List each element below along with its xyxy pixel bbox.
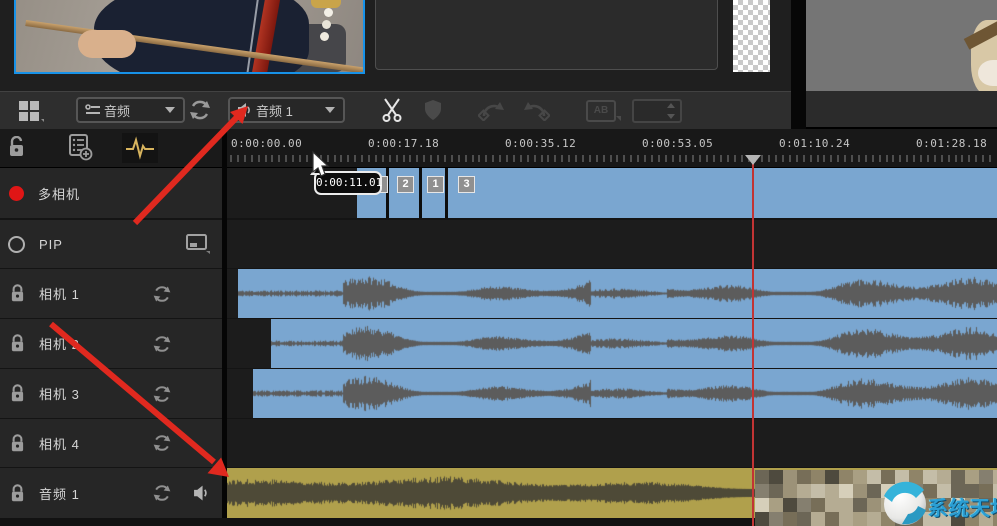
cam3-clip[interactable] <box>253 369 997 418</box>
multicam-clip[interactable]: 2 1 3 <box>357 168 997 218</box>
track-label: 相机 2 <box>39 334 80 353</box>
watermark-text: 系统天地 <box>928 492 997 521</box>
lock-icon[interactable] <box>10 334 25 353</box>
cam1-clip[interactable] <box>238 269 997 318</box>
audio-track-dropdown[interactable]: 音频 1 <box>228 97 345 123</box>
camera-badge: 3 <box>458 176 475 193</box>
mute-speaker-icon[interactable] <box>193 485 210 501</box>
lock-icon[interactable] <box>10 484 25 503</box>
ruler-timecode: 0:00:17.18 <box>368 137 439 150</box>
track-header-cam1[interactable]: 相机 1 <box>0 269 222 318</box>
transparency-checker-strip <box>733 0 770 72</box>
lane-pip[interactable] <box>227 220 997 268</box>
audio-sync-mode-button[interactable] <box>122 133 158 163</box>
chevron-down-icon <box>165 107 175 113</box>
transition-flyout-triangle <box>616 116 621 121</box>
sync-icon[interactable] <box>152 334 172 354</box>
track-header-cam3[interactable]: 相机 3 <box>0 369 222 418</box>
track-header-cam4[interactable]: 相机 4 <box>0 419 222 467</box>
camera-badge: 1 <box>427 176 444 193</box>
track-header-audio1[interactable]: 音频 1 <box>0 468 222 518</box>
hand-shape <box>78 30 136 58</box>
track-label: 相机 1 <box>39 284 80 303</box>
playhead-marker[interactable] <box>745 155 761 165</box>
track-header-multicam[interactable]: 多相机 <box>0 168 222 218</box>
bead-shape <box>322 20 331 29</box>
camera-badge: 2 <box>397 176 414 193</box>
playhead-line[interactable] <box>752 160 754 526</box>
track-header-cam2[interactable]: 相机 2 <box>0 319 222 368</box>
split-clip-button[interactable] <box>381 97 403 123</box>
gold-detail-shape <box>311 0 341 8</box>
track-label: PIP <box>39 237 63 252</box>
redo-swap-button-disabled <box>524 99 550 121</box>
ruler-timecode: 0:00:35.12 <box>505 137 576 150</box>
lock-all-button[interactable] <box>8 136 25 158</box>
sync-icon[interactable] <box>152 284 172 304</box>
track-label: 相机 3 <box>39 384 80 403</box>
transition-ab-button-disabled: AB <box>586 100 616 122</box>
ruler-timecode: 0:00:53.05 <box>642 137 713 150</box>
sync-icon[interactable] <box>152 433 172 453</box>
source-monitor-toolbar <box>806 91 997 129</box>
stepper-down-icon <box>667 114 675 119</box>
video-editor-window: 音频 音频 1 <box>0 0 997 526</box>
lane-cam1[interactable] <box>227 269 997 318</box>
lane-cam2[interactable] <box>227 319 997 368</box>
chevron-down-icon <box>325 107 335 113</box>
bead-shape <box>324 8 333 17</box>
stepper-up-icon <box>667 103 675 108</box>
track-type-dropdown[interactable]: 音频 <box>76 97 185 123</box>
lane-cam4[interactable] <box>227 419 997 467</box>
segment-divider <box>419 168 422 218</box>
audio-track-value: 音频 1 <box>256 101 293 120</box>
undo-swap-button-disabled <box>478 99 504 121</box>
speaker-icon <box>237 103 253 117</box>
add-marker-list-button[interactable] <box>68 133 94 161</box>
track-type-value: 音频 <box>104 101 130 120</box>
bead-shape <box>320 32 329 41</box>
segment-divider <box>445 168 448 218</box>
lock-icon[interactable] <box>10 284 25 303</box>
ruler-timecode: 0:00:00.00 <box>231 137 302 150</box>
track-label: 相机 4 <box>39 434 80 453</box>
track-header-pip[interactable]: PIP <box>0 220 222 268</box>
mouse-cursor-icon <box>300 148 346 182</box>
shield-button-disabled <box>423 99 443 121</box>
secondary-preview-panel <box>375 0 718 70</box>
lock-icon[interactable] <box>10 434 25 453</box>
layout-grid-button[interactable] <box>18 99 44 123</box>
track-label: 多相机 <box>38 184 80 203</box>
source-monitor-panel <box>806 0 997 91</box>
ruler-timecode: 0:01:10.24 <box>779 137 850 150</box>
track-label: 音频 1 <box>39 484 80 503</box>
duration-stepper-disabled <box>632 99 682 123</box>
refresh-button[interactable] <box>188 98 212 122</box>
ruler-timecode: 0:01:28.18 <box>916 137 987 150</box>
cam2-clip[interactable] <box>271 319 997 368</box>
panel-divider <box>791 0 806 129</box>
pip-source-icon[interactable] <box>186 234 210 254</box>
lane-cam3[interactable] <box>227 369 997 418</box>
sync-icon[interactable] <box>152 483 172 503</box>
sync-icon[interactable] <box>152 384 172 404</box>
track-list-icon <box>85 103 101 117</box>
lock-icon[interactable] <box>10 384 25 403</box>
record-dot-icon[interactable] <box>9 186 24 201</box>
pip-enable-icon[interactable] <box>8 236 25 253</box>
active-camera-preview[interactable] <box>14 0 365 74</box>
